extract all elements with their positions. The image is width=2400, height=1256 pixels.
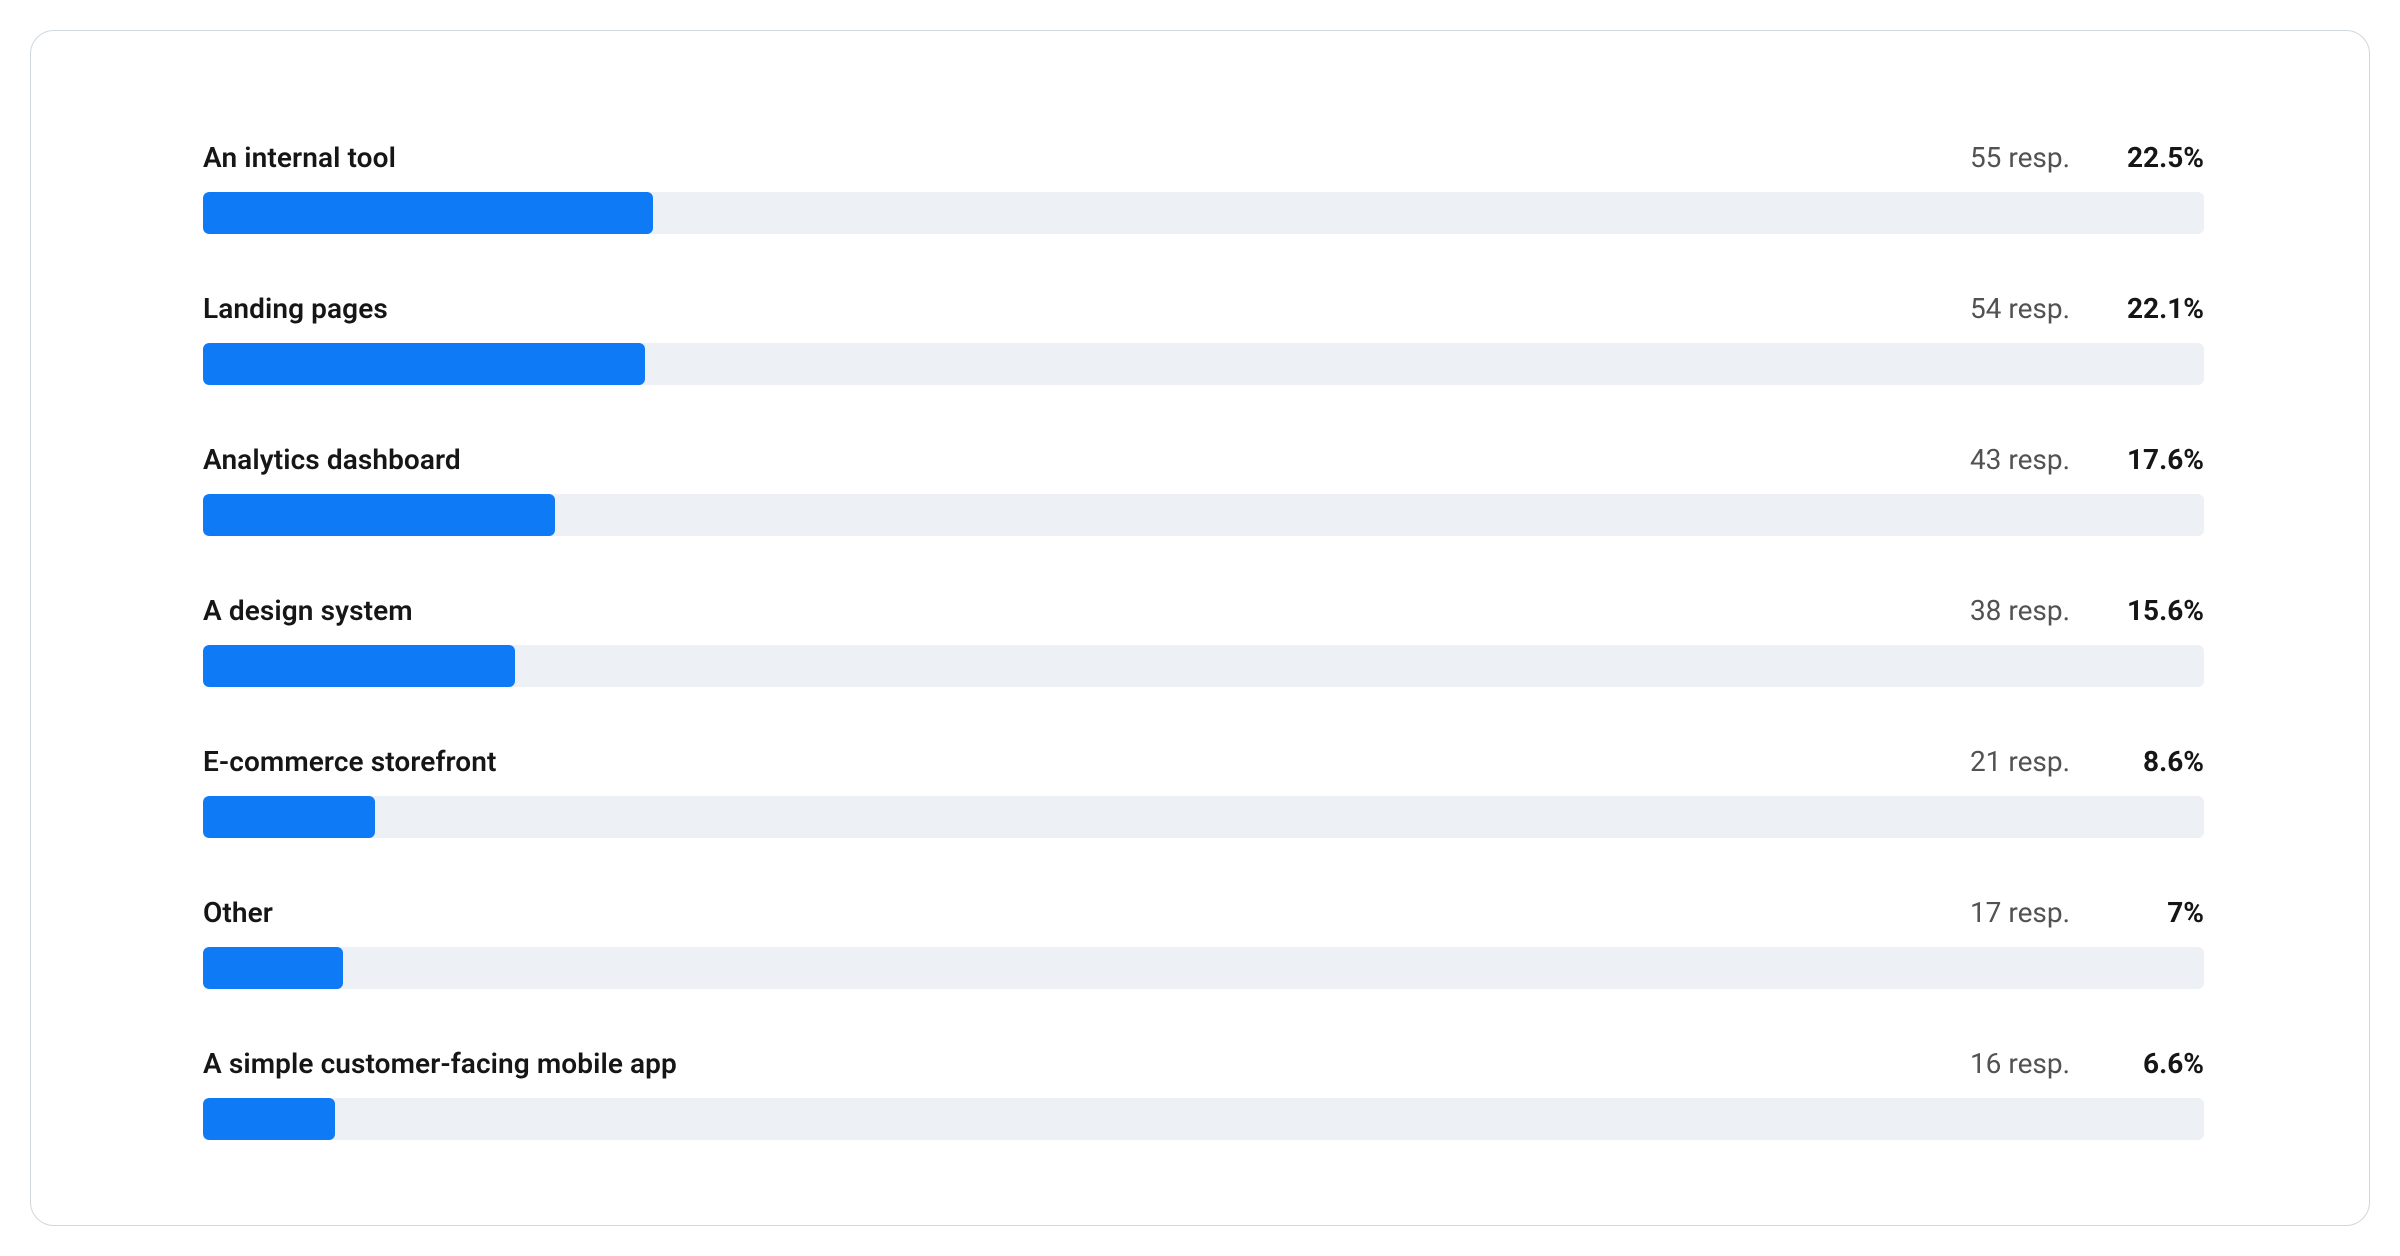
progress-fill [203,192,653,234]
result-row-header: E-commerce storefront21 resp. 8.6% [203,745,2204,778]
result-row: An internal tool55 resp. 22.5% [203,141,2204,234]
result-row-header: A design system38 resp. 15.6% [203,594,2204,627]
result-label: Landing pages [203,292,1970,325]
result-row-header: Analytics dashboard43 resp. 17.6% [203,443,2204,476]
result-label: E-commerce storefront [203,745,1970,778]
progress-fill [203,796,375,838]
result-row: E-commerce storefront21 resp. 8.6% [203,745,2204,838]
result-row-header: A simple customer-facing mobile app16 re… [203,1047,2204,1080]
progress-track [203,1098,2204,1140]
result-row-header: Other17 resp. 7% [203,896,2204,929]
progress-fill [203,343,645,385]
survey-results-card: An internal tool55 resp. 22.5% Landing pag… [30,30,2370,1226]
result-row-header: An internal tool55 resp. 22.5% [203,141,2204,174]
result-row: A simple customer-facing mobile app16 re… [203,1047,2204,1140]
progress-track [203,645,2204,687]
result-percent: 6.6% [2104,1047,2204,1080]
result-label: An internal tool [203,141,1970,174]
result-percent: 22.5% [2104,141,2204,174]
result-percent: 15.6% [2104,594,2204,627]
result-respondents: 55 resp. [1970,141,2070,174]
result-respondents: 54 resp. [1970,292,2070,325]
result-row: A design system38 resp. 15.6% [203,594,2204,687]
progress-track [203,947,2204,989]
result-row: Landing pages54 resp. 22.1% [203,292,2204,385]
progress-fill [203,645,515,687]
result-respondents: 38 resp. [1970,594,2070,627]
progress-track [203,192,2204,234]
result-percent: 7% [2104,896,2204,929]
progress-fill [203,947,343,989]
progress-track [203,343,2204,385]
result-respondents: 21 resp. [1970,745,2070,778]
result-respondents: 43 resp. [1970,443,2070,476]
result-label: A design system [203,594,1970,627]
progress-track [203,796,2204,838]
result-respondents: 17 resp. [1970,896,2070,929]
result-label: Analytics dashboard [203,443,1970,476]
result-percent: 22.1% [2104,292,2204,325]
result-percent: 8.6% [2104,745,2204,778]
progress-fill [203,494,555,536]
result-percent: 17.6% [2104,443,2204,476]
progress-fill [203,1098,335,1140]
result-row: Other17 resp. 7% [203,896,2204,989]
result-row: Analytics dashboard43 resp. 17.6% [203,443,2204,536]
result-label: A simple customer-facing mobile app [203,1047,1970,1080]
result-row-header: Landing pages54 resp. 22.1% [203,292,2204,325]
progress-track [203,494,2204,536]
result-label: Other [203,896,1970,929]
result-respondents: 16 resp. [1970,1047,2070,1080]
